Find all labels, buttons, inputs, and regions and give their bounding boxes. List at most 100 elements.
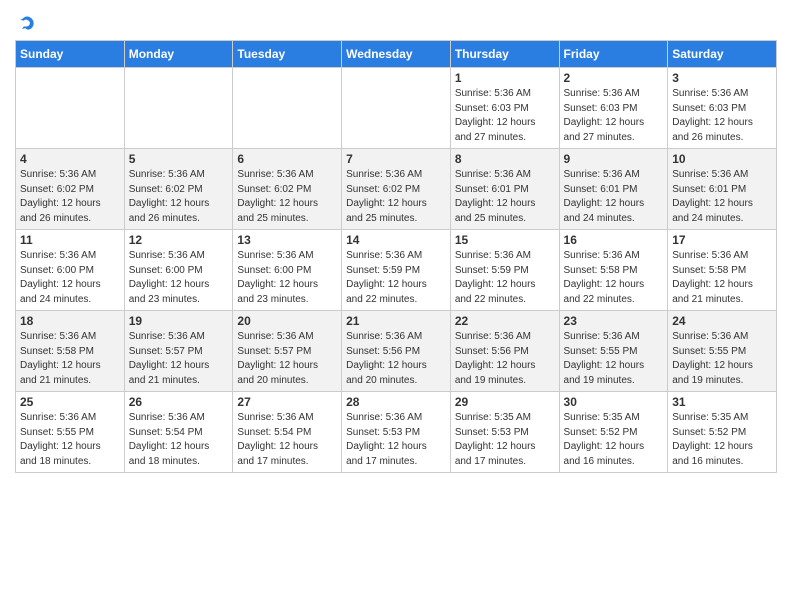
empty-cell	[233, 68, 342, 149]
day-cell-4: 4 Sunrise: 5:36 AM Sunset: 6:02 PM Daylig…	[16, 149, 125, 230]
day-cell-22: 22 Sunrise: 5:36 AM Sunset: 5:56 PM Dayli…	[450, 311, 559, 392]
day-cell-2: 2 Sunrise: 5:36 AM Sunset: 6:03 PM Daylig…	[559, 68, 668, 149]
day-cell-9: 9 Sunrise: 5:36 AM Sunset: 6:01 PM Daylig…	[559, 149, 668, 230]
logo-bird-icon	[17, 14, 37, 34]
week-row-2: 4 Sunrise: 5:36 AM Sunset: 6:02 PM Daylig…	[16, 149, 777, 230]
day-number: 6	[237, 152, 337, 166]
day-number: 26	[129, 395, 229, 409]
day-cell-25: 25 Sunrise: 5:36 AM Sunset: 5:55 PM Dayli…	[16, 392, 125, 473]
calendar-header: SundayMondayTuesdayWednesdayThursdayFrid…	[16, 41, 777, 68]
day-info: Sunrise: 5:36 AM Sunset: 6:03 PM Dayligh…	[564, 87, 664, 145]
day-info: Sunrise: 5:36 AM Sunset: 5:58 PM Dayligh…	[672, 249, 772, 307]
header-row: SundayMondayTuesdayWednesdayThursdayFrid…	[16, 41, 777, 68]
day-number: 25	[20, 395, 120, 409]
day-number: 19	[129, 314, 229, 328]
day-number: 5	[129, 152, 229, 166]
day-number: 4	[20, 152, 120, 166]
day-info: Sunrise: 5:36 AM Sunset: 5:59 PM Dayligh…	[455, 249, 555, 307]
day-cell-28: 28 Sunrise: 5:36 AM Sunset: 5:53 PM Dayli…	[342, 392, 451, 473]
header-day-friday: Friday	[559, 41, 668, 68]
header-day-tuesday: Tuesday	[233, 41, 342, 68]
day-number: 27	[237, 395, 337, 409]
day-info: Sunrise: 5:36 AM Sunset: 6:03 PM Dayligh…	[455, 87, 555, 145]
day-number: 16	[564, 233, 664, 247]
day-cell-16: 16 Sunrise: 5:36 AM Sunset: 5:58 PM Dayli…	[559, 230, 668, 311]
day-number: 22	[455, 314, 555, 328]
day-number: 29	[455, 395, 555, 409]
day-info: Sunrise: 5:36 AM Sunset: 6:00 PM Dayligh…	[129, 249, 229, 307]
day-info: Sunrise: 5:36 AM Sunset: 5:55 PM Dayligh…	[564, 330, 664, 388]
day-info: Sunrise: 5:36 AM Sunset: 6:01 PM Dayligh…	[564, 168, 664, 226]
day-info: Sunrise: 5:36 AM Sunset: 6:01 PM Dayligh…	[672, 168, 772, 226]
day-number: 20	[237, 314, 337, 328]
day-cell-3: 3 Sunrise: 5:36 AM Sunset: 6:03 PM Daylig…	[668, 68, 777, 149]
day-cell-8: 8Sunrise: 5:36 AM Sunset: 6:01 PM Daylig…	[450, 149, 559, 230]
day-info: Sunrise: 5:36 AM Sunset: 6:02 PM Dayligh…	[20, 168, 120, 226]
day-number: 17	[672, 233, 772, 247]
header-day-sunday: Sunday	[16, 41, 125, 68]
day-number: 21	[346, 314, 446, 328]
calendar-table: SundayMondayTuesdayWednesdayThursdayFrid…	[15, 40, 777, 473]
day-number: 18	[20, 314, 120, 328]
day-info: Sunrise: 5:36 AM Sunset: 5:53 PM Dayligh…	[346, 411, 446, 469]
day-cell-27: 27 Sunrise: 5:36 AM Sunset: 5:54 PM Dayli…	[233, 392, 342, 473]
day-cell-23: 23 Sunrise: 5:36 AM Sunset: 5:55 PM Dayli…	[559, 311, 668, 392]
day-info: Sunrise: 5:36 AM Sunset: 6:00 PM Dayligh…	[20, 249, 120, 307]
day-number: 23	[564, 314, 664, 328]
day-info: Sunrise: 5:36 AM Sunset: 5:55 PM Dayligh…	[672, 330, 772, 388]
day-cell-31: 31Sunrise: 5:35 AM Sunset: 5:52 PM Dayli…	[668, 392, 777, 473]
week-row-3: 11 Sunrise: 5:36 AM Sunset: 6:00 PM Dayli…	[16, 230, 777, 311]
day-info: Sunrise: 5:36 AM Sunset: 6:03 PM Dayligh…	[672, 87, 772, 145]
day-cell-30: 30 Sunrise: 5:35 AM Sunset: 5:52 PM Dayli…	[559, 392, 668, 473]
empty-cell	[124, 68, 233, 149]
day-info: Sunrise: 5:36 AM Sunset: 5:58 PM Dayligh…	[564, 249, 664, 307]
header-day-monday: Monday	[124, 41, 233, 68]
day-info: Sunrise: 5:36 AM Sunset: 6:02 PM Dayligh…	[237, 168, 337, 226]
day-info: Sunrise: 5:36 AM Sunset: 5:56 PM Dayligh…	[455, 330, 555, 388]
day-cell-19: 19 Sunrise: 5:36 AM Sunset: 5:57 PM Dayli…	[124, 311, 233, 392]
day-number: 15	[455, 233, 555, 247]
day-info: Sunrise: 5:36 AM Sunset: 6:01 PM Dayligh…	[455, 168, 555, 226]
day-cell-14: 14 Sunrise: 5:36 AM Sunset: 5:59 PM Dayli…	[342, 230, 451, 311]
day-cell-10: 10 Sunrise: 5:36 AM Sunset: 6:01 PM Dayli…	[668, 149, 777, 230]
day-cell-5: 5Sunrise: 5:36 AM Sunset: 6:02 PM Daylig…	[124, 149, 233, 230]
week-row-5: 25 Sunrise: 5:36 AM Sunset: 5:55 PM Dayli…	[16, 392, 777, 473]
day-cell-6: 6 Sunrise: 5:36 AM Sunset: 6:02 PM Daylig…	[233, 149, 342, 230]
day-number: 13	[237, 233, 337, 247]
header-day-thursday: Thursday	[450, 41, 559, 68]
day-number: 24	[672, 314, 772, 328]
day-info: Sunrise: 5:36 AM Sunset: 5:58 PM Dayligh…	[20, 330, 120, 388]
day-number: 9	[564, 152, 664, 166]
header	[15, 10, 777, 34]
day-cell-29: 29 Sunrise: 5:35 AM Sunset: 5:53 PM Dayli…	[450, 392, 559, 473]
day-info: Sunrise: 5:35 AM Sunset: 5:53 PM Dayligh…	[455, 411, 555, 469]
day-info: Sunrise: 5:36 AM Sunset: 5:56 PM Dayligh…	[346, 330, 446, 388]
empty-cell	[16, 68, 125, 149]
day-info: Sunrise: 5:36 AM Sunset: 6:00 PM Dayligh…	[237, 249, 337, 307]
day-info: Sunrise: 5:36 AM Sunset: 5:54 PM Dayligh…	[237, 411, 337, 469]
day-number: 28	[346, 395, 446, 409]
day-cell-11: 11 Sunrise: 5:36 AM Sunset: 6:00 PM Dayli…	[16, 230, 125, 311]
day-number: 3	[672, 71, 772, 85]
week-row-1: 1Sunrise: 5:36 AM Sunset: 6:03 PM Daylig…	[16, 68, 777, 149]
day-number: 14	[346, 233, 446, 247]
day-number: 31	[672, 395, 772, 409]
day-cell-1: 1Sunrise: 5:36 AM Sunset: 6:03 PM Daylig…	[450, 68, 559, 149]
day-cell-17: 17 Sunrise: 5:36 AM Sunset: 5:58 PM Dayli…	[668, 230, 777, 311]
day-number: 11	[20, 233, 120, 247]
day-number: 2	[564, 71, 664, 85]
day-cell-13: 13 Sunrise: 5:36 AM Sunset: 6:00 PM Dayli…	[233, 230, 342, 311]
day-number: 12	[129, 233, 229, 247]
day-info: Sunrise: 5:36 AM Sunset: 5:57 PM Dayligh…	[129, 330, 229, 388]
day-info: Sunrise: 5:35 AM Sunset: 5:52 PM Dayligh…	[564, 411, 664, 469]
day-number: 30	[564, 395, 664, 409]
empty-cell	[342, 68, 451, 149]
day-info: Sunrise: 5:36 AM Sunset: 5:55 PM Dayligh…	[20, 411, 120, 469]
day-cell-20: 20Sunrise: 5:36 AM Sunset: 5:57 PM Dayli…	[233, 311, 342, 392]
day-info: Sunrise: 5:36 AM Sunset: 5:54 PM Dayligh…	[129, 411, 229, 469]
day-cell-18: 18 Sunrise: 5:36 AM Sunset: 5:58 PM Dayli…	[16, 311, 125, 392]
week-row-4: 18 Sunrise: 5:36 AM Sunset: 5:58 PM Dayli…	[16, 311, 777, 392]
day-number: 10	[672, 152, 772, 166]
header-day-saturday: Saturday	[668, 41, 777, 68]
day-info: Sunrise: 5:36 AM Sunset: 5:59 PM Dayligh…	[346, 249, 446, 307]
